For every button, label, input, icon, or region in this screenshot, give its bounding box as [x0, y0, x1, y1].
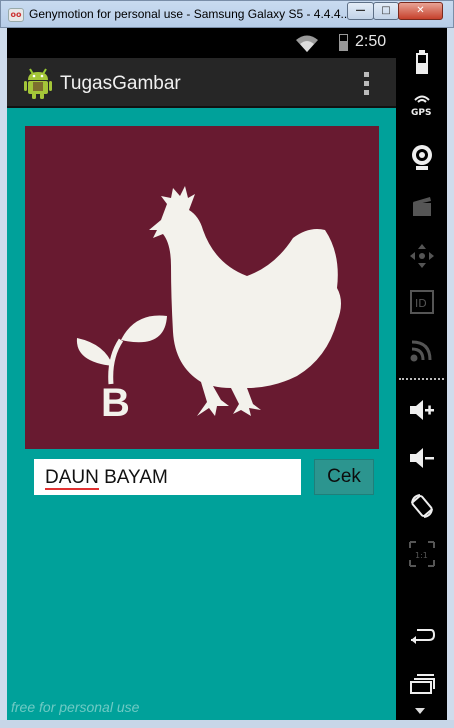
gps-icon[interactable]: GPS — [396, 84, 447, 124]
volume-down-icon[interactable] — [396, 438, 447, 478]
minimize-button[interactable]: — — [347, 2, 374, 20]
window-bottom-border — [0, 720, 454, 728]
answer-misspelled-word: DAUN — [45, 467, 99, 490]
id-icon[interactable]: ID — [396, 282, 447, 322]
camera-icon[interactable] — [396, 138, 447, 178]
question-image: B — [25, 126, 379, 449]
wifi-icon — [296, 35, 318, 52]
sprout-icon: B — [76, 315, 167, 425]
device-screen: 2:50 TugasGambar B DAUN BAYAM Cek free f… — [7, 28, 447, 720]
genymotion-icon: oo — [8, 8, 24, 22]
image-letter: B — [101, 381, 130, 425]
video-icon[interactable] — [396, 186, 447, 226]
rotate-icon[interactable] — [396, 486, 447, 526]
status-clock: 2:50 — [355, 33, 387, 50]
chicken-silhouette — [149, 186, 341, 416]
svg-text:1:1: 1:1 — [415, 551, 428, 560]
close-button[interactable]: ✕ — [398, 2, 443, 20]
android-icon — [24, 68, 52, 99]
battery-icon — [339, 34, 348, 51]
action-bar: TugasGambar — [7, 58, 396, 108]
check-button[interactable]: Cek — [314, 459, 374, 495]
app-title: TugasGambar — [60, 73, 181, 94]
status-bar: 2:50 — [7, 28, 396, 58]
toolbar-scroll-down-icon[interactable] — [415, 708, 425, 714]
dpad-icon[interactable] — [396, 236, 447, 276]
recent-apps-icon[interactable] — [396, 664, 447, 704]
svg-text:GPS: GPS — [411, 108, 431, 117]
answer-rest: BAYAM — [98, 467, 168, 488]
main-content: B DAUN BAYAM Cek free for personal use — [7, 108, 396, 720]
toolbar-separator — [399, 378, 444, 380]
back-icon[interactable] — [396, 616, 447, 656]
overflow-menu-icon[interactable] — [359, 70, 375, 98]
answer-input[interactable]: DAUN BAYAM — [34, 459, 301, 495]
window-title: Genymotion for personal use - Samsung Ga… — [29, 7, 347, 21]
chicken-illustration: B — [76, 186, 341, 425]
volume-up-icon[interactable] — [396, 390, 447, 430]
svg-text:ID: ID — [415, 297, 427, 310]
battery-icon[interactable] — [396, 42, 447, 82]
window-titlebar: oo Genymotion for personal use - Samsung… — [0, 0, 454, 28]
cast-icon[interactable] — [396, 330, 447, 370]
watermark-text: free for personal use — [11, 699, 140, 715]
maximize-button[interactable]: □ — [373, 2, 399, 20]
scale-icon[interactable]: 1:1 — [396, 534, 447, 574]
genymotion-toolbar: GPS ID 1:1 — [396, 28, 447, 720]
